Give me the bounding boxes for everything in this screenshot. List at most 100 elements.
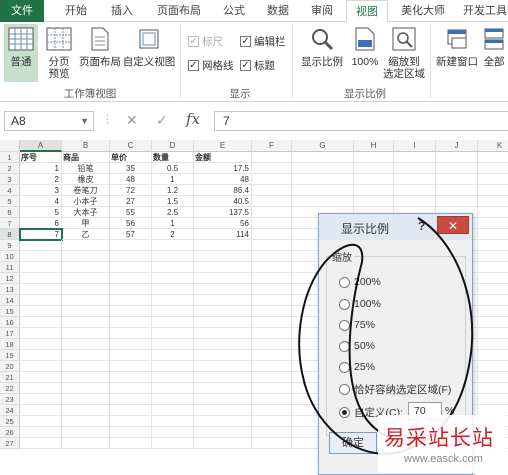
cell-k13[interactable] <box>478 284 508 295</box>
cell-d22[interactable] <box>152 383 194 394</box>
cell-d8[interactable]: 2 <box>152 229 194 240</box>
cell-b27[interactable] <box>62 438 110 449</box>
cell-d12[interactable] <box>152 273 194 284</box>
cell-f14[interactable] <box>252 295 292 306</box>
zoom-50-radio[interactable]: 50% <box>339 340 375 352</box>
cell-k7[interactable] <box>478 218 508 229</box>
row-header-27[interactable]: 27 <box>0 438 20 449</box>
cell-j4[interactable] <box>436 185 478 196</box>
cell-b3[interactable]: 橡皮 <box>62 174 110 185</box>
cell-e11[interactable] <box>194 262 252 273</box>
cell-b9[interactable] <box>62 240 110 251</box>
cell-k8[interactable] <box>478 229 508 240</box>
cell-b2[interactable]: 铅笔 <box>62 163 110 174</box>
row-header-13[interactable]: 13 <box>0 284 20 295</box>
enter-icon[interactable]: ✓ <box>156 112 168 129</box>
cell-e26[interactable] <box>194 427 252 438</box>
cell-a2[interactable]: 1 <box>20 163 62 174</box>
cell-a23[interactable] <box>20 394 62 405</box>
cell-j2[interactable] <box>436 163 478 174</box>
cell-k1[interactable] <box>478 152 508 163</box>
cell-k22[interactable] <box>478 383 508 394</box>
cell-k10[interactable] <box>478 251 508 262</box>
row-header-19[interactable]: 19 <box>0 350 20 361</box>
cell-b8[interactable]: 乙 <box>62 229 110 240</box>
cell-d23[interactable] <box>152 394 194 405</box>
cell-a5[interactable]: 4 <box>20 196 62 207</box>
column-header-b[interactable]: B <box>62 140 110 152</box>
cell-b25[interactable] <box>62 416 110 427</box>
cell-k18[interactable] <box>478 339 508 350</box>
cell-c15[interactable] <box>110 306 152 317</box>
cell-b4[interactable]: 卷笔刀 <box>62 185 110 196</box>
cell-a14[interactable] <box>20 295 62 306</box>
cell-d15[interactable] <box>152 306 194 317</box>
column-header-k[interactable]: K <box>478 140 508 152</box>
cell-d11[interactable] <box>152 262 194 273</box>
cell-c16[interactable] <box>110 317 152 328</box>
cell-e27[interactable] <box>194 438 252 449</box>
cell-b12[interactable] <box>62 273 110 284</box>
cell-c20[interactable] <box>110 361 152 372</box>
headings-checkbox[interactable]: ✓ 标题 <box>240 58 275 73</box>
cell-b7[interactable]: 甲 <box>62 218 110 229</box>
chevron-down-icon[interactable]: ▼ <box>80 112 89 130</box>
cell-k20[interactable] <box>478 361 508 372</box>
cell-c24[interactable] <box>110 405 152 416</box>
cell-d13[interactable] <box>152 284 194 295</box>
cell-b22[interactable] <box>62 383 110 394</box>
column-header-e[interactable]: E <box>194 140 252 152</box>
zoom-75-radio[interactable]: 75% <box>339 319 375 331</box>
cell-d19[interactable] <box>152 350 194 361</box>
cell-f27[interactable] <box>252 438 292 449</box>
cell-c7[interactable]: 56 <box>110 218 152 229</box>
cell-h3[interactable] <box>354 174 394 185</box>
cell-a16[interactable] <box>20 317 62 328</box>
gridlines-checkbox[interactable]: ✓ 网格线 <box>188 58 234 73</box>
cell-g1[interactable] <box>292 152 354 163</box>
cell-a17[interactable] <box>20 328 62 339</box>
fit-selection-radio[interactable]: 恰好容纳选定区域(F) <box>339 382 451 397</box>
column-header-g[interactable]: G <box>292 140 354 152</box>
dialog-titlebar[interactable]: 显示比例 ? ✕ <box>319 214 472 240</box>
cell-e18[interactable] <box>194 339 252 350</box>
tab-formulas[interactable]: 公式 <box>214 0 254 22</box>
cell-f17[interactable] <box>252 328 292 339</box>
cell-h1[interactable] <box>354 152 394 163</box>
tab-beautify[interactable]: 美化大师 <box>394 0 452 22</box>
row-header-22[interactable]: 22 <box>0 383 20 394</box>
cell-h4[interactable] <box>354 185 394 196</box>
cell-k17[interactable] <box>478 328 508 339</box>
cell-a7[interactable]: 6 <box>20 218 62 229</box>
cell-d3[interactable]: 1 <box>152 174 194 185</box>
row-header-20[interactable]: 20 <box>0 361 20 372</box>
cell-d4[interactable]: 1.2 <box>152 185 194 196</box>
cell-c12[interactable] <box>110 273 152 284</box>
cell-e17[interactable] <box>194 328 252 339</box>
column-header-c[interactable]: C <box>110 140 152 152</box>
cell-a21[interactable] <box>20 372 62 383</box>
cell-a27[interactable] <box>20 438 62 449</box>
cancel-icon[interactable]: ✕ <box>126 112 138 129</box>
cell-c10[interactable] <box>110 251 152 262</box>
row-header-9[interactable]: 9 <box>0 240 20 251</box>
cell-c21[interactable] <box>110 372 152 383</box>
tab-insert[interactable]: 插入 <box>102 0 142 22</box>
tab-page-layout[interactable]: 页面布局 <box>148 0 210 22</box>
arrange-all-button[interactable]: 全部 <box>480 24 508 82</box>
cell-g4[interactable] <box>292 185 354 196</box>
cell-e14[interactable] <box>194 295 252 306</box>
cell-f5[interactable] <box>252 196 292 207</box>
cell-f24[interactable] <box>252 405 292 416</box>
cell-c8[interactable]: 57 <box>110 229 152 240</box>
cell-e13[interactable] <box>194 284 252 295</box>
cell-a20[interactable] <box>20 361 62 372</box>
cell-b10[interactable] <box>62 251 110 262</box>
row-header-7[interactable]: 7 <box>0 218 20 229</box>
cell-a11[interactable] <box>20 262 62 273</box>
cell-b11[interactable] <box>62 262 110 273</box>
cell-k15[interactable] <box>478 306 508 317</box>
cell-f9[interactable] <box>252 240 292 251</box>
cell-j1[interactable] <box>436 152 478 163</box>
cell-c4[interactable]: 72 <box>110 185 152 196</box>
